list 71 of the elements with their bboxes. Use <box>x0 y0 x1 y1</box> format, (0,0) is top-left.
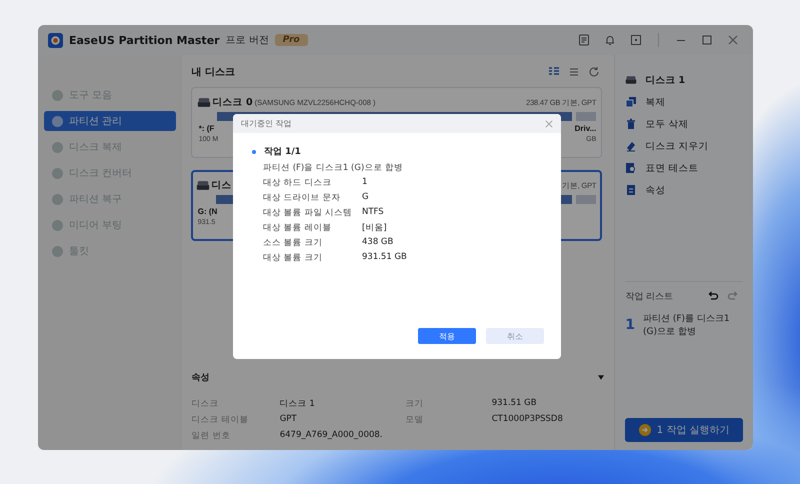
task-title: 작업 1/1 <box>264 146 301 158</box>
action-item[interactable]: 디스크 지우기 <box>625 135 743 157</box>
detail-value: 931.51 GB <box>362 252 407 264</box>
partition-bar <box>576 112 596 121</box>
cancel-button[interactable]: 취소 <box>486 328 544 344</box>
action-item[interactable]: 속성 <box>625 179 743 201</box>
apply-button[interactable]: 적용 <box>418 328 476 344</box>
window-title: EaseUS Partition Master <box>69 34 220 46</box>
bell-icon[interactable] <box>604 34 616 46</box>
sidebar-item[interactable]: 파티션 관리 <box>44 111 176 131</box>
property-value: 931.51 GB <box>492 398 538 410</box>
arrow-icon <box>638 424 651 436</box>
caret-icon[interactable] <box>598 375 604 380</box>
property-label: 디스크 <box>192 398 220 410</box>
notes-icon[interactable] <box>578 34 590 46</box>
bullet-icon <box>252 150 256 154</box>
property-value: GPT <box>280 414 298 426</box>
close-icon[interactable] <box>545 120 553 128</box>
undo-icon[interactable] <box>707 290 719 302</box>
partition-label: Driv... <box>574 124 596 133</box>
task-description: 파티션 (F)를 디스크1 (G)으로 합병 <box>643 312 731 338</box>
task-description: 파티션 (F)을 디스크1 (G)으로 합병 <box>263 162 404 174</box>
trash-icon <box>625 118 638 130</box>
property-value: 6479_A769_A000_0008. <box>280 430 384 442</box>
property-label: 크기 <box>406 398 425 410</box>
disk-drive-icon <box>196 97 211 108</box>
refresh-icon[interactable] <box>588 66 600 78</box>
detail-label: 대상 드라이브 문자 <box>263 192 342 204</box>
disk-drive-icon <box>625 74 638 86</box>
properties-title: 속성 <box>192 372 210 384</box>
disk-name: 디스크 0 <box>212 96 253 109</box>
property-value: CT1000P3PSSD8 <box>492 414 564 426</box>
action-item[interactable]: 복제 <box>625 91 743 113</box>
detail-label: 소스 볼륨 크기 <box>263 237 324 249</box>
dialog-title: 대기중인 작업 <box>241 118 292 129</box>
detail-label: 대상 볼륨 크기 <box>263 252 324 264</box>
detail-value: 438 GB <box>362 237 394 249</box>
property-label: 모델 <box>406 414 425 426</box>
run-tasks-button[interactable]: 1 작업 실행하기 <box>625 418 743 442</box>
close-icon[interactable] <box>727 34 739 46</box>
detail-value: NTFS <box>362 207 385 219</box>
partition-label: G: (N <box>198 207 218 216</box>
maximize-icon[interactable] <box>701 34 713 46</box>
disk-label: 디스크 1 <box>645 74 686 86</box>
eraser-icon <box>625 140 638 152</box>
edition-label: 프로 버전 <box>226 34 269 47</box>
task-list-title: 작업 리스트 <box>625 290 674 303</box>
detail-value: [비움] <box>362 222 388 234</box>
property-value: 디스크 1 <box>280 398 316 410</box>
property-label: 디스크 테이블 <box>192 414 250 426</box>
document-icon <box>625 184 638 196</box>
task-number: 1 <box>625 316 635 333</box>
partition-label: *: (F <box>198 124 214 133</box>
detail-label: 대상 하드 디스크 <box>263 177 332 189</box>
section-title: 내 디스크 <box>192 66 236 79</box>
disk-drive-icon <box>196 180 210 191</box>
detail-label: 대상 볼륨 레이블 <box>263 222 332 234</box>
detail-value: 1 <box>362 177 368 189</box>
action-item[interactable]: 모두 삭제 <box>625 113 743 135</box>
detail-label: 대상 볼륨 파일 시스템 <box>263 207 354 219</box>
window-icon[interactable] <box>630 34 642 46</box>
app-logo-icon <box>48 32 63 48</box>
pro-badge: Pro <box>274 34 308 46</box>
copy-icon <box>625 96 638 108</box>
property-label: 일련 번호 <box>192 430 232 442</box>
partition-bar <box>576 195 596 204</box>
list-view-icon[interactable] <box>568 66 580 78</box>
detail-value: G <box>362 192 370 204</box>
action-item[interactable]: 표면 테스트 <box>625 157 743 179</box>
magnifier-icon <box>625 162 638 174</box>
disk-name: 디스 <box>212 179 232 192</box>
